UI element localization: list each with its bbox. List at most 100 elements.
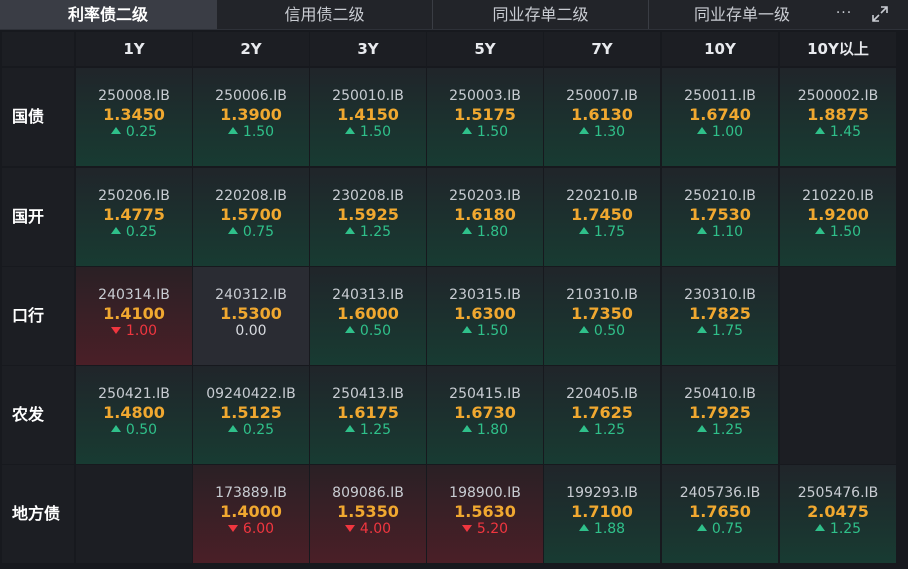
bond-yield: 1.4000	[220, 502, 282, 521]
quote-cell[interactable]: 2405736.IB 1.7650 0.75	[662, 465, 778, 563]
bond-code: 199293.IB	[566, 485, 638, 501]
up-triangle-icon	[696, 425, 707, 432]
bond-yield: 1.7625	[571, 403, 633, 422]
quote-cell[interactable]: 2500002.IB 1.8875 1.45	[780, 68, 896, 166]
quote-cell[interactable]: 230208.IB 1.5925 1.25	[310, 168, 426, 266]
bond-code: 809086.IB	[332, 485, 404, 501]
tab-rate-bond-secondary[interactable]: 利率债二级	[0, 0, 217, 29]
quote-cell[interactable]: 210310.IB 1.7350 0.50	[544, 267, 660, 365]
quote-cell[interactable]: 220210.IB 1.7450 1.75	[544, 168, 660, 266]
bond-yield: 1.6740	[689, 105, 751, 124]
quote-cell[interactable]: 240314.IB 1.4100 1.00	[76, 267, 192, 365]
up-triangle-icon	[461, 127, 472, 134]
header-corner	[2, 32, 74, 66]
tab-ncd-secondary[interactable]: 同业存单二级	[433, 0, 649, 29]
quote-cell[interactable]: 250007.IB 1.6130 1.30	[544, 68, 660, 166]
quote-cell[interactable]: 198900.IB 1.5630 5.20	[427, 465, 543, 563]
quote-cell[interactable]: 250203.IB 1.6180 1.80	[427, 168, 543, 266]
bond-code: 2405736.IB	[679, 485, 761, 501]
expand-icon[interactable]	[871, 5, 889, 23]
quote-cell[interactable]: 250003.IB 1.5175 1.50	[427, 68, 543, 166]
quote-cell[interactable]: 250413.IB 1.6175 1.25	[310, 366, 426, 464]
change-value: 0.50	[125, 422, 158, 438]
up-triangle-icon	[461, 425, 472, 432]
up-triangle-icon	[227, 127, 238, 134]
bond-yield: 1.5125	[220, 403, 282, 422]
bond-yield: 1.4775	[103, 205, 165, 224]
bond-change: 1.80	[427, 422, 543, 438]
change-value: 1.75	[711, 323, 744, 339]
quote-cell[interactable]: 250206.IB 1.4775 0.25	[76, 168, 192, 266]
change-value: 1.25	[711, 422, 744, 438]
quote-cell[interactable]: 2505476.IB 2.0475 1.25	[780, 465, 896, 563]
bond-change: 1.30	[544, 124, 660, 140]
change-value: 4.00	[359, 521, 392, 537]
change-value: 1.50	[476, 124, 509, 140]
quote-cell[interactable]: 199293.IB 1.7100 1.88	[544, 465, 660, 563]
up-triangle-icon	[578, 326, 589, 333]
bond-yield: 1.6730	[454, 403, 516, 422]
quote-cell[interactable]: 220208.IB 1.5700 0.75	[193, 168, 309, 266]
change-value: 0.25	[242, 422, 275, 438]
more-icon[interactable]: ···	[830, 0, 858, 29]
bond-change: 1.75	[544, 224, 660, 240]
up-triangle-icon	[227, 425, 238, 432]
quote-cell[interactable]: 809086.IB 1.5350 4.00	[310, 465, 426, 563]
tab-ncd-primary[interactable]: 同业存单一级	[649, 0, 835, 29]
bond-code: 250410.IB	[684, 386, 756, 402]
bond-change: 1.50	[310, 124, 426, 140]
quote-cell[interactable]: 210220.IB 1.9200 1.50	[780, 168, 896, 266]
column-header: 1Y	[76, 32, 192, 66]
bond-code: 240313.IB	[332, 287, 404, 303]
bond-code: 250010.IB	[332, 88, 404, 104]
quote-cell[interactable]: 240312.IB 1.5300 0.00	[193, 267, 309, 365]
bond-change: 5.20	[427, 521, 543, 537]
bond-yield: 1.6175	[337, 403, 399, 422]
bond-code: 09240422.IB	[206, 386, 296, 402]
quote-cell[interactable]: 250006.IB 1.3900 1.50	[193, 68, 309, 166]
bond-yield: 1.4150	[337, 105, 399, 124]
quote-cell[interactable]: 250410.IB 1.7925 1.25	[662, 366, 778, 464]
change-value: 0.75	[242, 224, 275, 240]
quote-cell[interactable]: 250210.IB 1.7530 1.10	[662, 168, 778, 266]
up-triangle-icon	[461, 227, 472, 234]
up-triangle-icon	[696, 524, 707, 531]
quote-cell[interactable]: 173889.IB 1.4000 6.00	[193, 465, 309, 563]
up-triangle-icon	[814, 227, 825, 234]
column-header: 7Y	[544, 32, 660, 66]
change-value: 1.25	[829, 521, 862, 537]
bond-change: 4.00	[310, 521, 426, 537]
bond-code: 250008.IB	[98, 88, 170, 104]
up-triangle-icon	[578, 227, 589, 234]
bond-code: 250011.IB	[684, 88, 756, 104]
up-triangle-icon	[110, 127, 121, 134]
quote-cell[interactable]: 250415.IB 1.6730 1.80	[427, 366, 543, 464]
bond-yield: 1.7100	[571, 502, 633, 521]
tab-bar: 利率债二级 信用债二级 同业存单二级 同业存单一级 ···	[0, 0, 908, 30]
bond-yield: 1.5175	[454, 105, 516, 124]
quote-cell[interactable]: 230310.IB 1.7825 1.75	[662, 267, 778, 365]
bond-change: 0.75	[662, 521, 778, 537]
empty-cell	[780, 267, 896, 365]
bond-change: 1.00	[662, 124, 778, 140]
bond-yield: 1.7350	[571, 304, 633, 323]
change-value: 1.80	[476, 422, 509, 438]
bond-yield: 1.6130	[571, 105, 633, 124]
row-header: 国开	[2, 168, 74, 266]
up-triangle-icon	[578, 425, 589, 432]
bond-code: 250003.IB	[449, 88, 521, 104]
change-value: 1.50	[242, 124, 275, 140]
quote-cell[interactable]: 09240422.IB 1.5125 0.25	[193, 366, 309, 464]
row-header: 口行	[2, 267, 74, 365]
quote-cell[interactable]: 240313.IB 1.6000 0.50	[310, 267, 426, 365]
quote-cell[interactable]: 220405.IB 1.7625 1.25	[544, 366, 660, 464]
quote-cell[interactable]: 250421.IB 1.4800 0.50	[76, 366, 192, 464]
tab-credit-bond-secondary[interactable]: 信用债二级	[217, 0, 433, 29]
quote-cell[interactable]: 250008.IB 1.3450 0.25	[76, 68, 192, 166]
quote-cell[interactable]: 230315.IB 1.6300 1.50	[427, 267, 543, 365]
bond-yield: 1.7825	[689, 304, 751, 323]
empty-cell	[780, 366, 896, 464]
quote-cell[interactable]: 250011.IB 1.6740 1.00	[662, 68, 778, 166]
quote-cell[interactable]: 250010.IB 1.4150 1.50	[310, 68, 426, 166]
bond-code: 198900.IB	[449, 485, 521, 501]
